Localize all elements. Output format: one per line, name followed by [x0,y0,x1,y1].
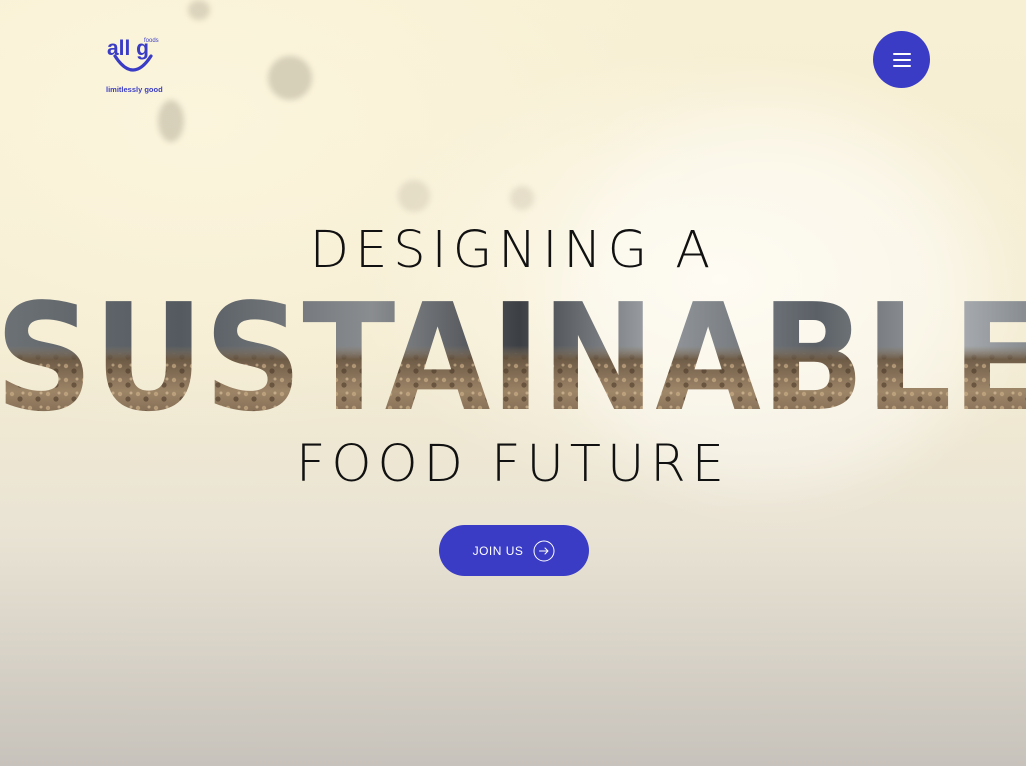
headline-line-sustainable: SUSTAINABLE [0,272,1026,434]
hamburger-menu-icon [892,52,911,67]
join-us-label: JOIN US [472,543,524,558]
smile-icon [113,54,153,72]
join-us-button[interactable]: JOIN US [439,525,589,576]
logo-superscript: foods [144,38,159,44]
background-crumb [268,56,312,100]
arrow-right-circle-icon [533,540,555,561]
background-crumb [510,186,534,210]
background-crumb [398,180,430,212]
background-crumb [158,100,184,142]
logo-tagline: limitlessly good [106,85,163,94]
menu-button[interactable] [873,31,930,88]
headline-line-bottom: FOOD FUTURE [296,435,730,494]
background-crumb [188,0,210,20]
hero-section: all g foods limitlessly good DESIGNING A [0,0,1026,766]
brand-logo[interactable]: all g foods limitlessly good [100,34,170,98]
